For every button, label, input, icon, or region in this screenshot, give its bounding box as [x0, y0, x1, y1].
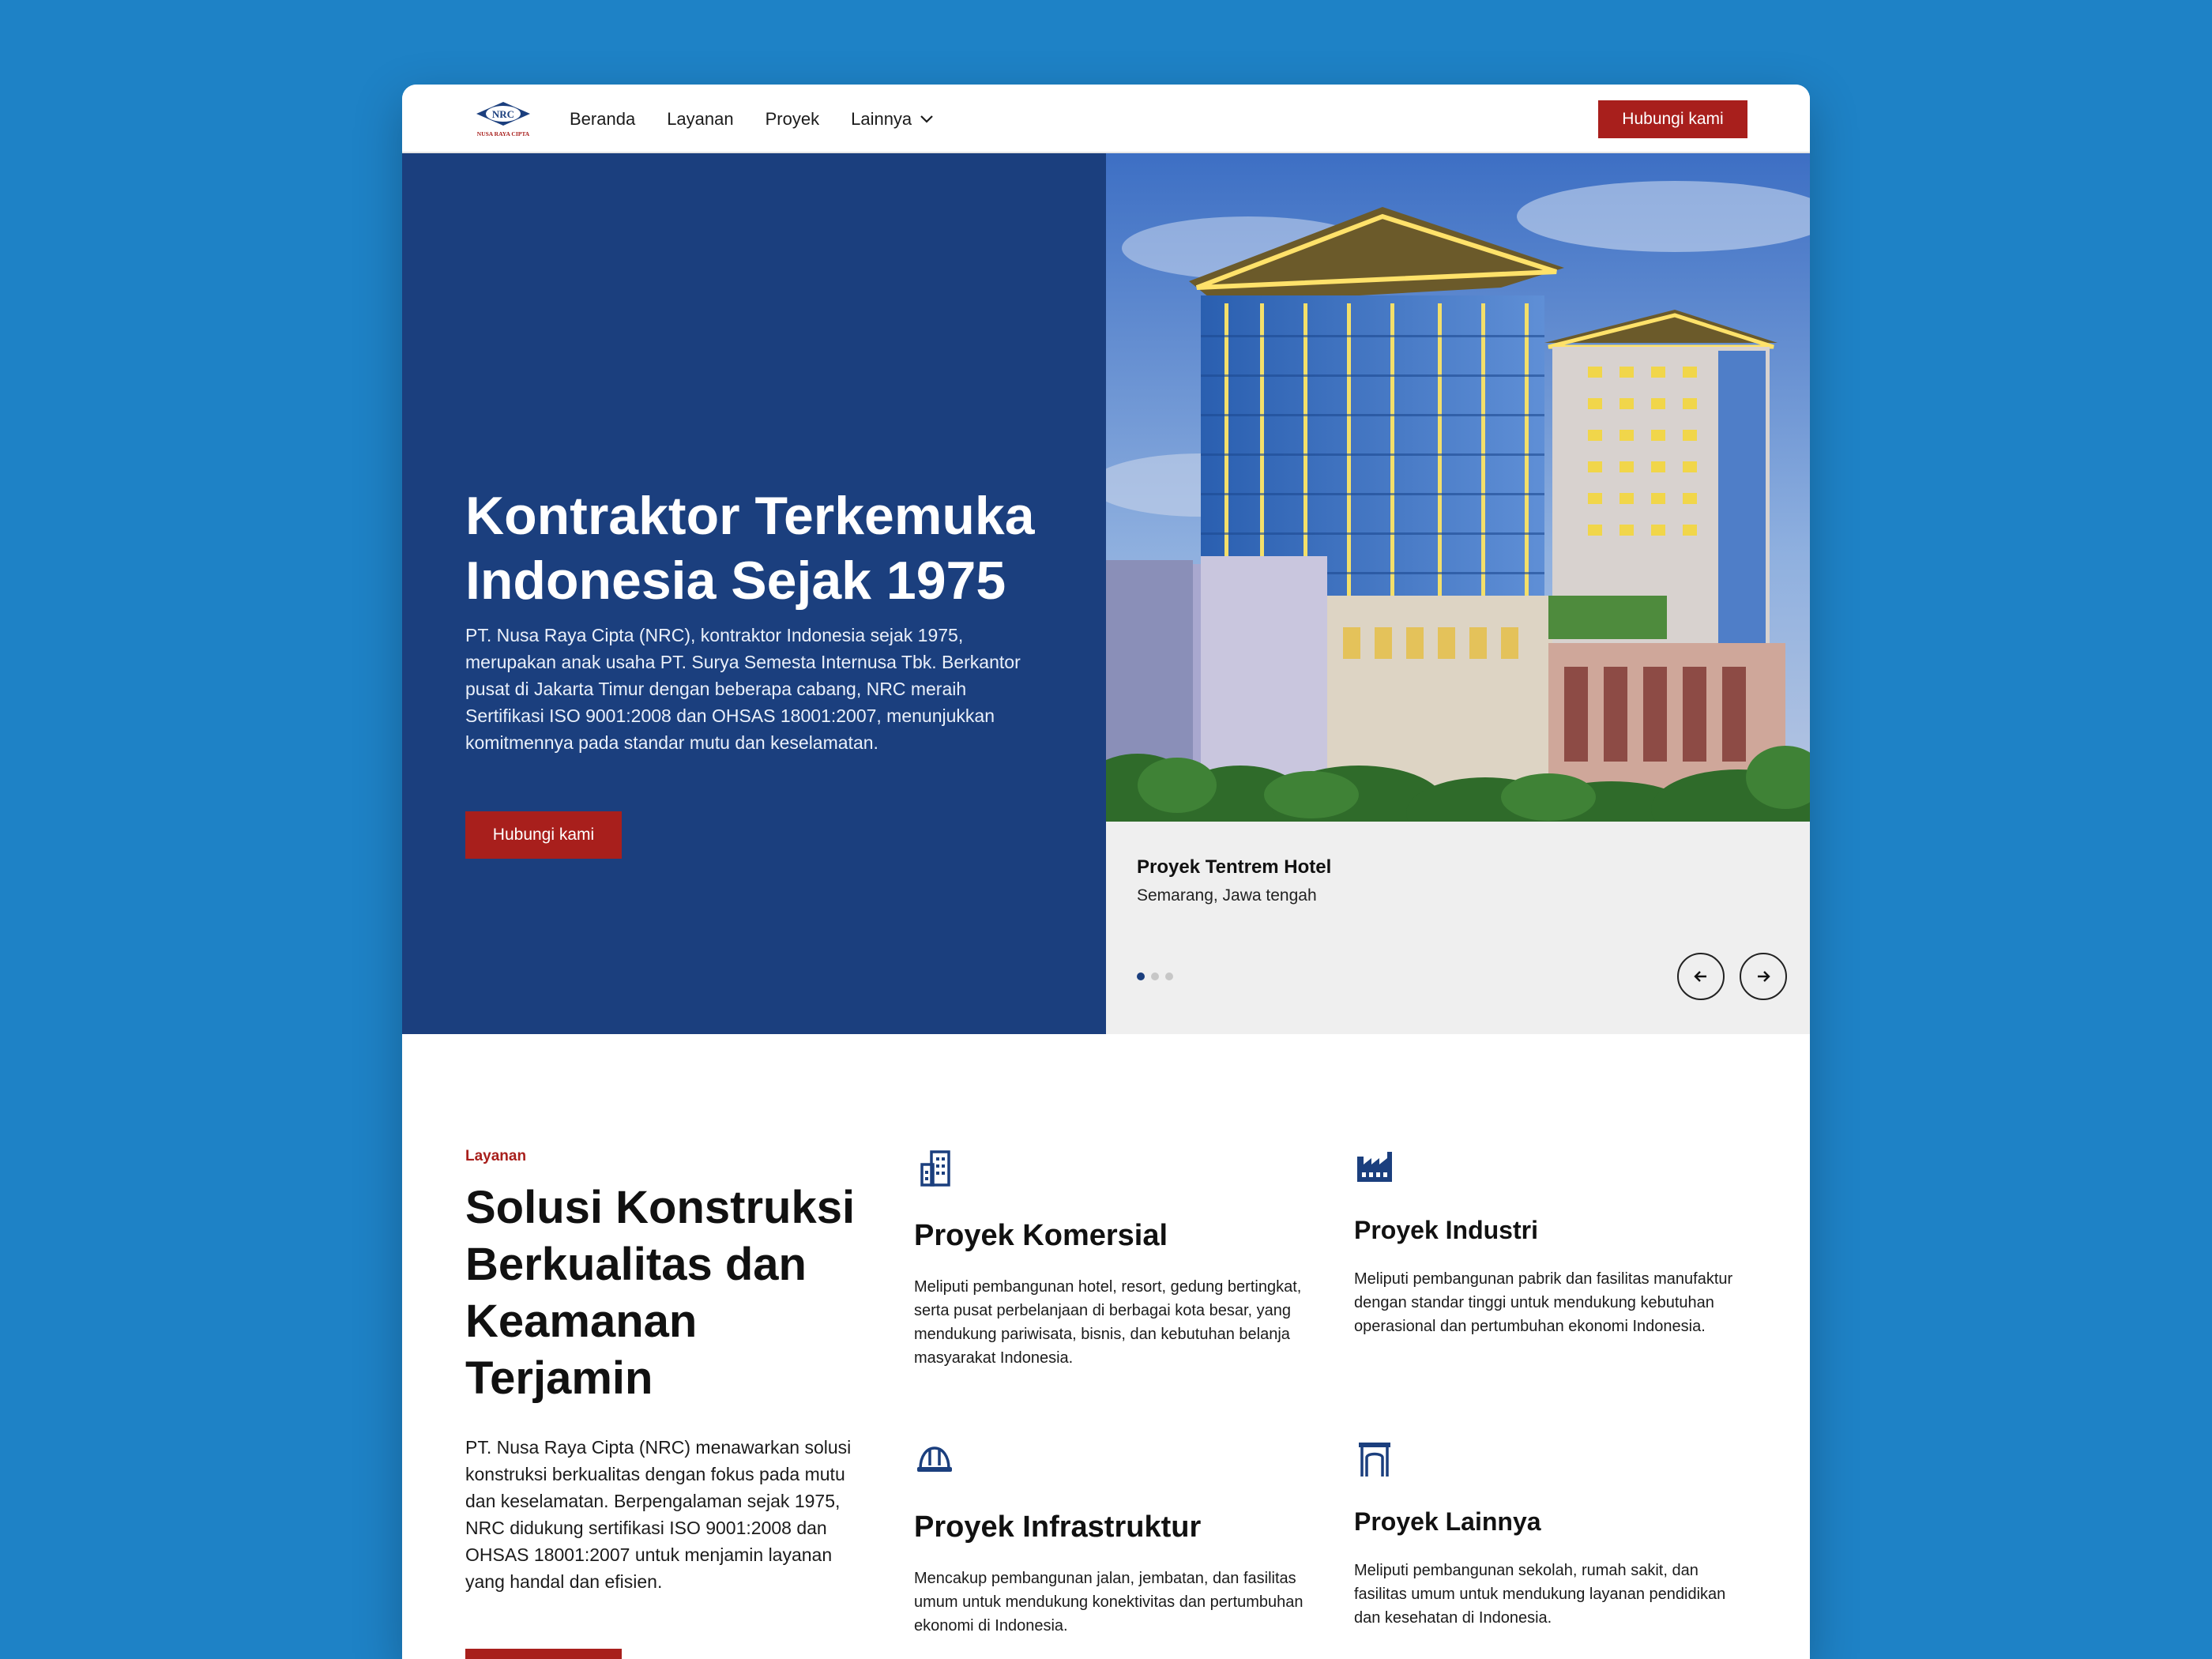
project-slider: Proyek Tentrem Hotel Semarang, Jawa teng… — [1106, 153, 1810, 1034]
slide-title: Proyek Tentrem Hotel — [1137, 856, 1332, 878]
hero-panel: Kontraktor Terkemuka Indonesia Sejak 197… — [402, 153, 1106, 1034]
service-card-industri: Proyek Industri Meliputi pembangunan pab… — [1354, 1147, 1749, 1338]
service-title: Proyek Lainnya — [1354, 1507, 1541, 1536]
top-navbar: NRC NUSA RAYA CIPTA Beranda Layanan Proy… — [402, 85, 1810, 153]
company-logo[interactable]: NRC NUSA RAYA CIPTA — [470, 100, 536, 140]
slide-dot-1[interactable] — [1137, 972, 1145, 980]
slide-location: Semarang, Jawa tengah — [1137, 886, 1317, 905]
svg-text:NRC: NRC — [492, 108, 514, 120]
service-card-komersial: Proyek Komersial Meliputi pembangunan ho… — [914, 1147, 1309, 1370]
hero-title: Kontraktor Terkemuka Indonesia Sejak 197… — [465, 486, 1035, 611]
hero-contact-button[interactable]: Hubungi kami — [465, 811, 622, 859]
prev-slide-button[interactable] — [1677, 953, 1725, 1000]
service-description: Meliputi pembangunan hotel, resort, gedu… — [914, 1278, 1302, 1367]
slide-dot-3[interactable] — [1165, 972, 1173, 980]
hard-hat-icon — [917, 1446, 952, 1472]
section-description: PT. Nusa Raya Cipta (NRC) menawarkan sol… — [465, 1437, 852, 1592]
section-eyebrow: Layanan — [465, 1148, 527, 1164]
nav-link-proyek[interactable]: Proyek — [766, 109, 819, 130]
contact-button[interactable]: Hubungi kami — [1598, 100, 1747, 138]
service-title: Proyek Industri — [1354, 1216, 1538, 1244]
nav-link-lainnya[interactable]: Lainnya — [851, 109, 934, 130]
service-description: Mencakup pembangunan jalan, jembatan, da… — [914, 1570, 1304, 1635]
service-title: Proyek Infrastruktur — [914, 1510, 1202, 1544]
hero-description: PT. Nusa Raya Cipta (NRC), kontraktor In… — [465, 625, 1021, 753]
next-slide-button[interactable] — [1740, 953, 1787, 1000]
gate-icon — [1359, 1443, 1390, 1477]
slide-indicator — [1137, 972, 1173, 980]
factory-icon — [1357, 1152, 1392, 1182]
section-title: Solusi Konstruksi Berkualitas dan Keaman… — [465, 1182, 856, 1404]
svg-text:NUSA RAYA CIPTA: NUSA RAYA CIPTA — [477, 130, 530, 137]
arrow-right-icon — [1758, 971, 1770, 982]
service-title: Proyek Komersial — [914, 1219, 1168, 1252]
browser-frame: NRC NUSA RAYA CIPTA Beranda Layanan Proy… — [402, 85, 1810, 1659]
chevron-down-icon — [920, 115, 933, 123]
arrow-left-icon — [1694, 971, 1706, 982]
nav-link-layanan[interactable]: Layanan — [667, 109, 733, 130]
slide-dot-2[interactable] — [1151, 972, 1159, 980]
service-description: Meliputi pembangunan sekolah, rumah saki… — [1354, 1562, 1726, 1627]
service-card-infrastruktur: Proyek Infrastruktur Mencakup pembanguna… — [914, 1439, 1309, 1638]
service-description: Meliputi pembangunan pabrik dan fasilita… — [1354, 1270, 1733, 1335]
project-photo — [1106, 153, 1810, 822]
service-card-lainnya: Proyek Lainnya Meliputi pembangunan seko… — [1354, 1439, 1749, 1630]
nav-link-beranda[interactable]: Beranda — [570, 109, 635, 130]
office-building-icon — [920, 1150, 950, 1187]
section-cta-button[interactable] — [465, 1649, 622, 1659]
nav-links: Beranda Layanan Proyek Lainnya — [570, 85, 934, 153]
nav-link-lainnya-label: Lainnya — [851, 108, 912, 129]
